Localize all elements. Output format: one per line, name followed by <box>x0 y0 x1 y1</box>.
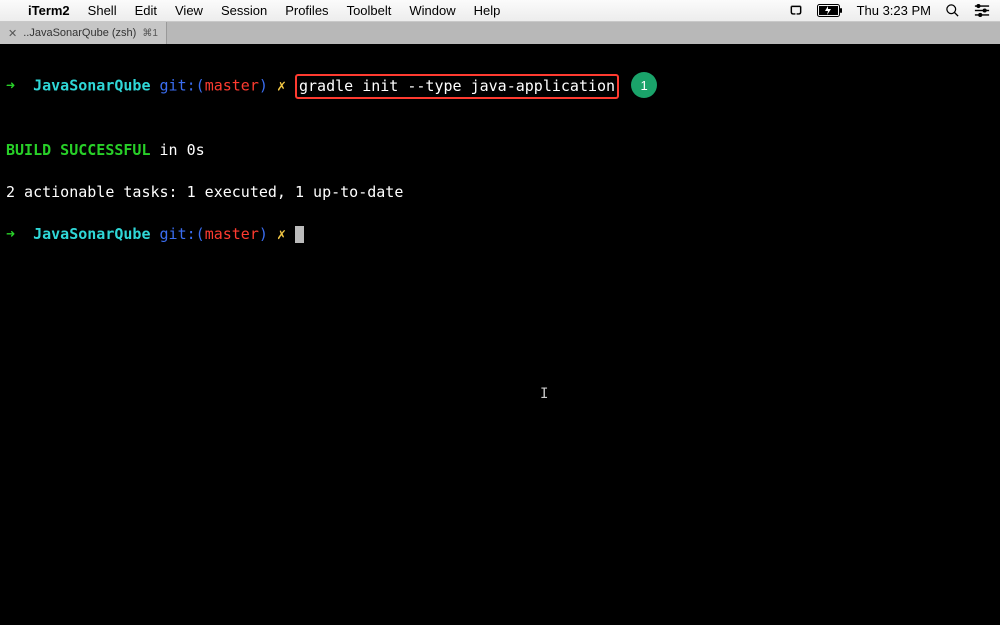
command-highlight-box: gradle init --type java-application <box>295 74 619 99</box>
battery-icon[interactable] <box>817 4 843 17</box>
menubar-left: iTerm2 Shell Edit View Session Profiles … <box>10 3 500 18</box>
git-branch: master <box>205 225 259 243</box>
build-successful: BUILD SUCCESSFUL <box>6 141 151 159</box>
macos-menubar: iTerm2 Shell Edit View Session Profiles … <box>0 0 1000 22</box>
spotlight-icon[interactable] <box>945 3 960 18</box>
terminal-viewport[interactable]: ➜ JavaSonarQube git:(master) ✗ gradle in… <box>0 44 1000 625</box>
terminal-tab[interactable]: ✕ ..JavaSonarQube (zsh) ⌘1 <box>0 22 167 44</box>
tab-shortcut: ⌘1 <box>142 28 158 39</box>
app-menu[interactable]: iTerm2 <box>28 3 70 18</box>
prompt-line-1: ➜ JavaSonarQube git:(master) ✗ gradle in… <box>6 73 994 99</box>
git-suffix: ) <box>259 77 268 95</box>
control-center-icon[interactable] <box>974 4 990 17</box>
menu-edit[interactable]: Edit <box>135 3 157 18</box>
prompt-dir: JavaSonarQube <box>33 225 150 243</box>
menu-session[interactable]: Session <box>221 3 267 18</box>
tab-close-icon[interactable]: ✕ <box>8 27 17 40</box>
git-prefix: git:( <box>160 225 205 243</box>
menu-toolbelt[interactable]: Toolbelt <box>347 3 392 18</box>
menu-view[interactable]: View <box>175 3 203 18</box>
output-tasks-line: 2 actionable tasks: 1 executed, 1 up-to-… <box>6 182 994 203</box>
menu-profiles[interactable]: Profiles <box>285 3 328 18</box>
annotation-badge-1: 1 <box>631 72 657 98</box>
prompt-arrow-icon: ➜ <box>6 77 15 95</box>
menu-window[interactable]: Window <box>409 3 455 18</box>
terminal-cursor <box>295 226 304 243</box>
git-dirty-icon: ✗ <box>277 77 286 95</box>
git-dirty-icon: ✗ <box>277 225 286 243</box>
output-build-line: BUILD SUCCESSFUL in 0s <box>6 140 994 161</box>
git-suffix: ) <box>259 225 268 243</box>
status-app-icon[interactable] <box>789 4 803 18</box>
tab-bar: ✕ ..JavaSonarQube (zsh) ⌘1 <box>0 22 1000 44</box>
menubar-right: Thu 3:23 PM <box>789 3 990 18</box>
menu-help[interactable]: Help <box>474 3 501 18</box>
prompt-line-2: ➜ JavaSonarQube git:(master) ✗ <box>6 224 994 245</box>
menu-shell[interactable]: Shell <box>88 3 117 18</box>
prompt-dir: JavaSonarQube <box>33 77 150 95</box>
menubar-clock[interactable]: Thu 3:23 PM <box>857 3 931 18</box>
ibeam-cursor-icon: I <box>540 384 548 405</box>
command-text: gradle init --type java-application <box>299 77 615 95</box>
tab-label: ..JavaSonarQube (zsh) <box>23 27 136 39</box>
git-branch: master <box>205 77 259 95</box>
prompt-arrow-icon: ➜ <box>6 225 15 243</box>
build-time: in 0s <box>151 141 205 159</box>
git-prefix: git:( <box>160 77 205 95</box>
